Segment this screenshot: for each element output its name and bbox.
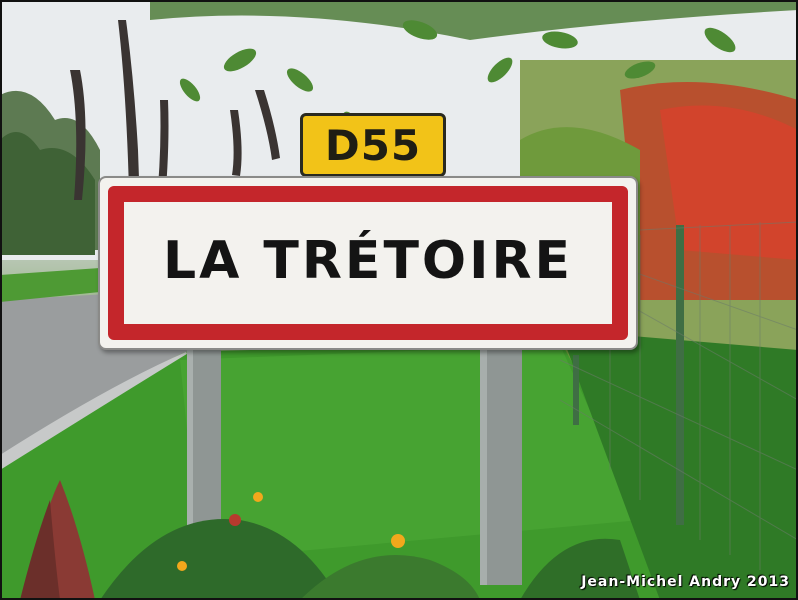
town-entry-sign: LA TRÉTOIRE — [98, 176, 638, 350]
town-name: LA TRÉTOIRE — [162, 231, 574, 291]
photo-credit: Jean-Michel Andry 2013 — [581, 574, 790, 590]
sign-red-border: LA TRÉTOIRE — [108, 186, 628, 340]
photo: D55 LA TRÉTOIRE Jean-Michel Andry 2013 — [0, 0, 798, 600]
road-number-plate: D55 — [300, 113, 446, 177]
road-number-label: D55 — [324, 120, 422, 170]
